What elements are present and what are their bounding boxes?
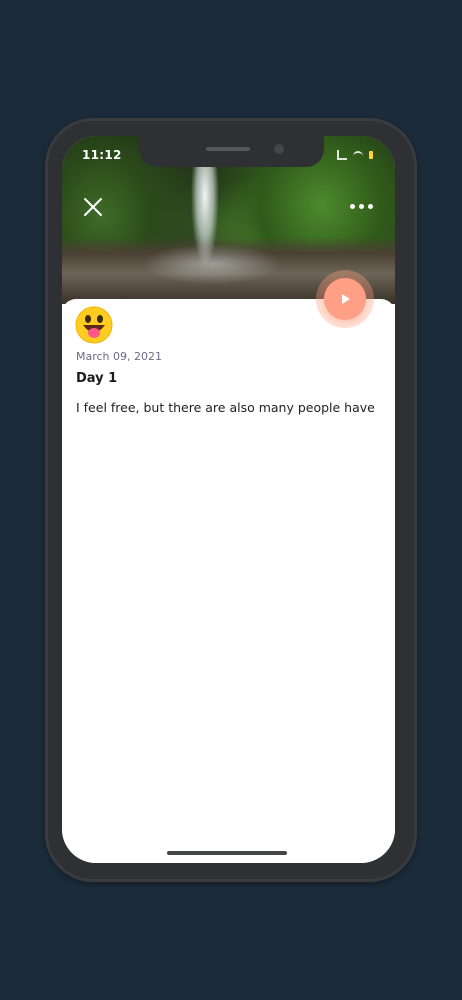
more-dots-icon — [367, 203, 373, 209]
play-button[interactable] — [324, 278, 366, 320]
play-icon — [342, 294, 350, 304]
device-notch — [139, 136, 324, 167]
status-icons — [337, 150, 373, 160]
more-dots-icon — [349, 203, 355, 209]
mood-emoji-icon — [75, 306, 113, 344]
more-dots-icon — [358, 203, 364, 209]
entry-body-text: I feel free, but there are also many peo… — [76, 400, 375, 415]
entry-title: Day 1 — [76, 371, 118, 386]
front-camera — [274, 144, 284, 154]
close-icon — [84, 198, 102, 216]
speaker-grille — [206, 147, 250, 151]
entry-date: March 09, 2021 — [76, 350, 163, 363]
close-button[interactable] — [78, 192, 108, 222]
home-indicator — [167, 851, 287, 855]
battery-icon — [369, 151, 373, 159]
app-screen: 11:12 March 09, 2021 Day 1 I feel free, … — [62, 136, 395, 863]
signal-icon — [337, 150, 347, 160]
wifi-icon — [353, 151, 363, 159]
more-options-button[interactable] — [344, 192, 378, 220]
status-time: 11:12 — [82, 148, 122, 162]
